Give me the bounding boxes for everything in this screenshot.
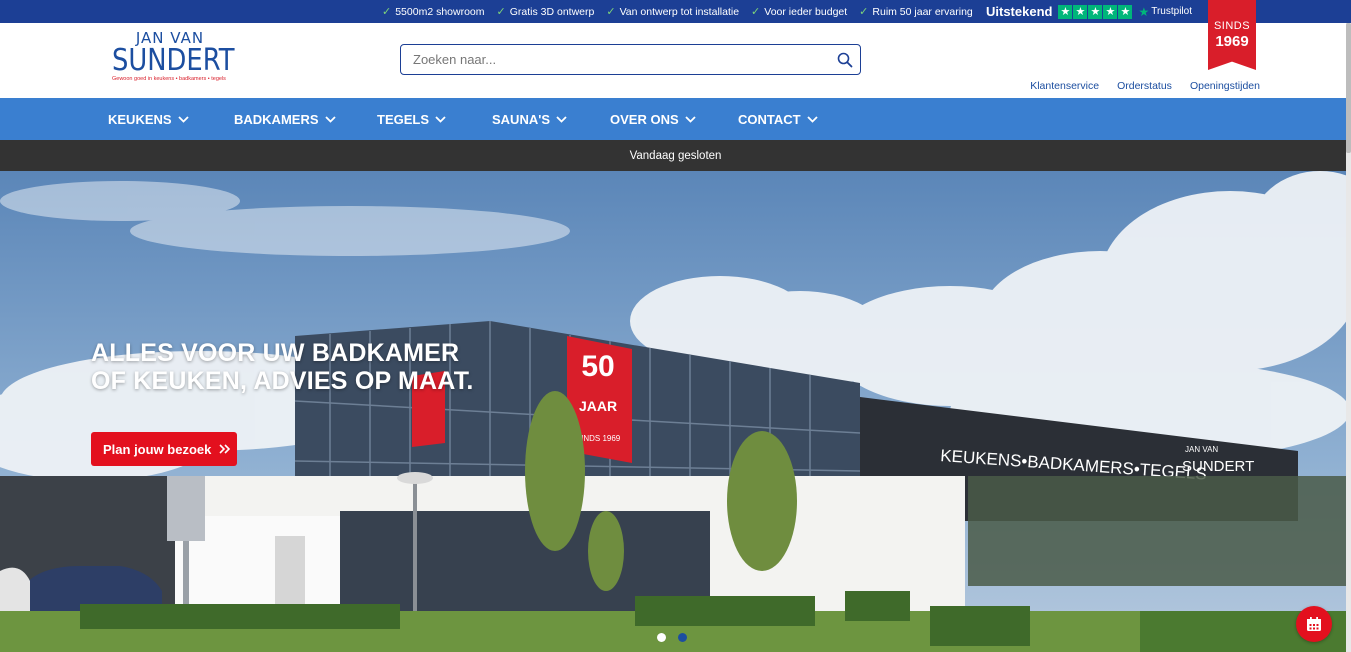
- main-nav: KEUKENS BADKAMERS TEGELS SAUNA'S OVER ON…: [0, 98, 1351, 140]
- chevron-down-icon: [556, 115, 567, 123]
- chevron-down-icon: [806, 115, 818, 123]
- slider-dots: [657, 633, 687, 642]
- check-icon: ✓: [751, 6, 761, 18]
- opening-notice: Vandaag gesloten: [0, 140, 1351, 171]
- nav-item-saunas[interactable]: SAUNA'S: [492, 98, 567, 140]
- plan-visit-button[interactable]: Plan jouw bezoek: [91, 432, 237, 466]
- link-openingstijden[interactable]: Openingstijden: [1190, 80, 1260, 92]
- usp-item: ✓ Van ontwerp tot installatie: [606, 5, 740, 19]
- check-icon: ✓: [606, 6, 616, 18]
- banner-number: 50: [581, 350, 614, 383]
- hero-title: ALLES VOOR UW BADKAMER OF KEUKEN, ADVIES…: [91, 339, 474, 395]
- header-links: Klantenservice Orderstatus Openingstijde…: [1030, 80, 1260, 92]
- trustpilot-star-icon: ★: [1138, 4, 1150, 19]
- nav-item-badkamers[interactable]: BADKAMERS: [234, 98, 336, 140]
- hero-image: 50 JAAR SINDS 1969 KEUKENS•BADKAMERS•TEG…: [0, 171, 1351, 652]
- slider-dot-active[interactable]: [678, 633, 687, 642]
- usp-list: ✓ 5500m2 showroom ✓ Gratis 3D ontwerp ✓ Van…: [382, 0, 973, 23]
- chevron-down-icon: [435, 115, 446, 123]
- calendar-button[interactable]: [1296, 606, 1332, 642]
- ribbon-year: 1969: [1215, 33, 1249, 50]
- check-icon: ✓: [859, 6, 869, 18]
- nav-item-tegels[interactable]: TEGELS: [377, 98, 446, 140]
- usp-item: ✓ Voor ieder budget: [751, 5, 848, 19]
- search-bar: [400, 44, 861, 75]
- calendar-icon: [1307, 617, 1321, 631]
- chevron-down-icon: [177, 115, 189, 123]
- site-logo[interactable]: JAN VAN SUNDERT Gewoon goed in keukens •…: [112, 29, 235, 91]
- logo-line2: SUNDERT: [112, 43, 235, 78]
- nav-item-keukens[interactable]: KEUKENS: [108, 98, 189, 140]
- chevron-down-icon: [684, 115, 696, 123]
- scrollbar-thumb[interactable]: [1346, 23, 1351, 153]
- ribbon-label: SINDS: [1213, 20, 1251, 32]
- usp-item: ✓ 5500m2 showroom: [382, 5, 485, 19]
- nav-item-contact[interactable]: CONTACT: [738, 98, 818, 140]
- slider-dot[interactable]: [657, 633, 666, 642]
- star-icon: ★: [1088, 4, 1103, 19]
- double-chevron-right-icon: [219, 444, 231, 454]
- link-orderstatus[interactable]: Orderstatus: [1117, 80, 1172, 92]
- facade-logo-line1: JAN VAN: [1185, 445, 1218, 454]
- chevron-down-icon: [324, 115, 336, 123]
- trustpilot-stars: ★ ★ ★ ★ ★: [1058, 4, 1133, 19]
- hero-slider: 50 JAAR SINDS 1969 KEUKENS•BADKAMERS•TEG…: [0, 171, 1351, 652]
- star-icon: ★: [1073, 4, 1088, 19]
- since-ribbon: SINDS 1969: [1208, 0, 1256, 70]
- link-klantenservice[interactable]: Klantenservice: [1030, 80, 1099, 92]
- page-scrollbar[interactable]: [1346, 23, 1351, 652]
- trustpilot-widget[interactable]: Uitstekend ★ ★ ★ ★ ★ ★ Trustpilot: [986, 0, 1192, 23]
- facade-logo-line2: SUNDERT: [1182, 458, 1254, 475]
- usp-bar: ✓ 5500m2 showroom ✓ Gratis 3D ontwerp ✓ Van…: [0, 0, 1351, 23]
- nav-item-over-ons[interactable]: OVER ONS: [610, 98, 696, 140]
- trustpilot-logo: ★ Trustpilot: [1138, 4, 1192, 19]
- star-icon: ★: [1103, 4, 1118, 19]
- search-input[interactable]: [401, 45, 830, 74]
- site-header: JAN VAN SUNDERT Gewoon goed in keukens •…: [0, 23, 1351, 98]
- banner-word: JAAR: [579, 398, 617, 414]
- usp-item: ✓ Ruim 50 jaar ervaring: [859, 5, 973, 19]
- usp-item: ✓ Gratis 3D ontwerp: [496, 5, 595, 19]
- trustpilot-rating: Uitstekend: [986, 4, 1053, 19]
- search-icon[interactable]: [830, 45, 860, 74]
- star-icon: ★: [1118, 4, 1133, 19]
- check-icon: ✓: [382, 6, 392, 18]
- plan-visit-label: Plan jouw bezoek: [103, 441, 212, 457]
- star-icon: ★: [1058, 4, 1073, 19]
- check-icon: ✓: [496, 6, 506, 18]
